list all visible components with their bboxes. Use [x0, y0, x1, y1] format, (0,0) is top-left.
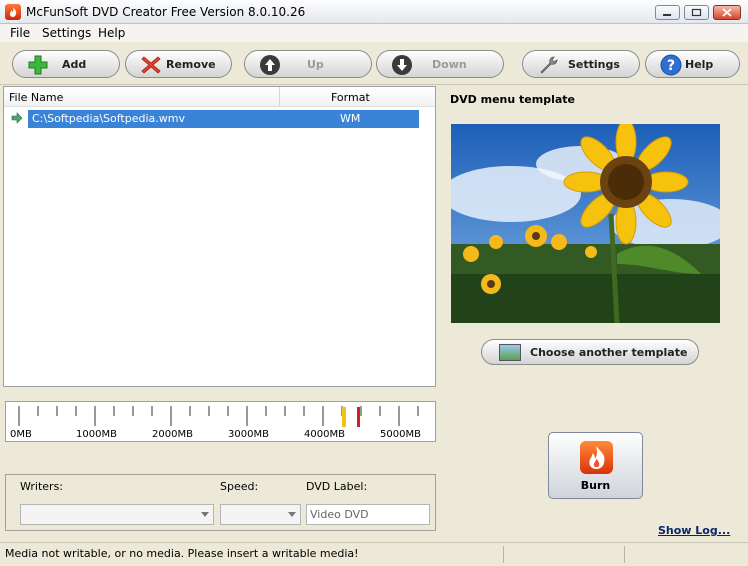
flame-icon	[580, 441, 613, 474]
svg-text:?: ?	[667, 58, 675, 74]
disc-capacity-ruler: 0MB 1000MB 2000MB 3000MB 4000MB 5000MB	[5, 401, 436, 442]
template-preview-image[interactable]	[451, 124, 720, 323]
close-button[interactable]	[713, 5, 741, 20]
app-flame-icon	[5, 4, 21, 20]
dvd-label-label: DVD Label:	[306, 480, 368, 493]
dvd-capacity-marker	[342, 407, 346, 427]
dvd-label-input[interactable]: Video DVD	[306, 504, 430, 525]
burn-button[interactable]: Burn	[548, 432, 643, 499]
status-bar: Media not writable, or no media. Please …	[0, 542, 748, 566]
tick-label: 1000MB	[76, 429, 117, 440]
speed-label: Speed:	[220, 480, 259, 493]
tick-label: 4000MB	[304, 429, 345, 440]
title-bar: McFunSoft DVD Creator Free Version 8.0.1…	[0, 0, 748, 24]
up-button[interactable]: Up	[244, 50, 372, 78]
menu-file[interactable]: File	[10, 26, 30, 40]
chevron-down-icon	[201, 512, 209, 517]
tick-label: 5000MB	[380, 429, 421, 440]
plus-icon	[28, 55, 48, 75]
status-message: Media not writable, or no media. Please …	[5, 547, 359, 560]
menu-settings[interactable]: Settings	[42, 26, 91, 40]
help-button[interactable]: ? Help	[645, 50, 740, 78]
red-x-icon	[141, 56, 161, 74]
settings-button[interactable]: Settings	[522, 50, 640, 78]
column-divider[interactable]	[279, 87, 280, 107]
arrow-up-icon	[260, 55, 280, 75]
remove-button[interactable]: Remove	[125, 50, 232, 78]
wrench-icon	[540, 56, 558, 74]
minimize-button[interactable]	[655, 5, 680, 20]
file-list-header: File Name Format	[4, 87, 435, 107]
tick-label: 2000MB	[152, 429, 193, 440]
toolbar: Add Remove Up Down Settings ? Help	[0, 42, 748, 85]
writer-settings-group: Writers: Speed: DVD Label: Video DVD	[5, 474, 436, 531]
column-file-name[interactable]: File Name	[9, 91, 63, 104]
file-list[interactable]: File Name Format C:\Softpedia\Softpedia.…	[3, 86, 436, 387]
image-icon	[499, 344, 521, 361]
arrow-down-icon	[392, 55, 412, 75]
current-row-arrow-icon	[11, 112, 23, 124]
maximize-button[interactable]	[684, 5, 709, 20]
down-button[interactable]: Down	[376, 50, 504, 78]
speed-dropdown[interactable]	[220, 504, 301, 525]
add-button[interactable]: Add	[12, 50, 120, 78]
question-icon: ?	[660, 54, 682, 76]
tick-label: 3000MB	[228, 429, 269, 440]
file-format-cell: WM	[340, 112, 361, 125]
status-divider	[624, 546, 625, 563]
ruler-ticks	[18, 406, 419, 427]
menu-help[interactable]: Help	[98, 26, 125, 40]
tick-label: 0MB	[10, 429, 32, 440]
writers-dropdown[interactable]	[20, 504, 214, 525]
column-format[interactable]: Format	[331, 91, 370, 104]
table-row[interactable]: C:\Softpedia\Softpedia.wmv WM	[28, 110, 419, 128]
template-label: DVD menu template	[450, 93, 575, 106]
dvd-max-marker	[357, 407, 360, 427]
writers-label: Writers:	[20, 480, 64, 493]
choose-template-button[interactable]: Choose another template	[481, 339, 699, 365]
show-log-link[interactable]: Show Log...	[658, 524, 730, 537]
chevron-down-icon	[288, 512, 296, 517]
file-name-cell: C:\Softpedia\Softpedia.wmv	[32, 112, 185, 125]
window-title: McFunSoft DVD Creator Free Version 8.0.1…	[26, 5, 306, 19]
menu-bar: File Settings Help	[0, 24, 748, 42]
status-divider	[503, 546, 504, 563]
